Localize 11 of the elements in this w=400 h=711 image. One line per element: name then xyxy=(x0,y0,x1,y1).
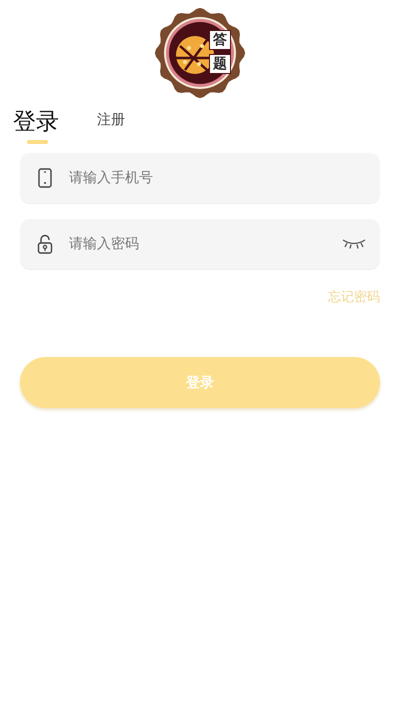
input-field[interactable]: 请输入手机号 xyxy=(20,153,380,203)
logo-character: 题 xyxy=(209,54,231,74)
phone-icon xyxy=(37,168,53,188)
lock-icon xyxy=(37,234,53,254)
logo-character: 答 xyxy=(209,30,231,50)
text-input[interactable]: 请输入手机号 xyxy=(69,170,366,186)
tab[interactable]: 注册 xyxy=(97,110,125,130)
tab[interactable]: 登录 xyxy=(13,108,59,144)
text-input[interactable]: 请输入密码 xyxy=(69,236,342,252)
input-field[interactable]: 请输入密码 xyxy=(20,219,380,269)
eye-closed-icon[interactable] xyxy=(342,238,366,250)
